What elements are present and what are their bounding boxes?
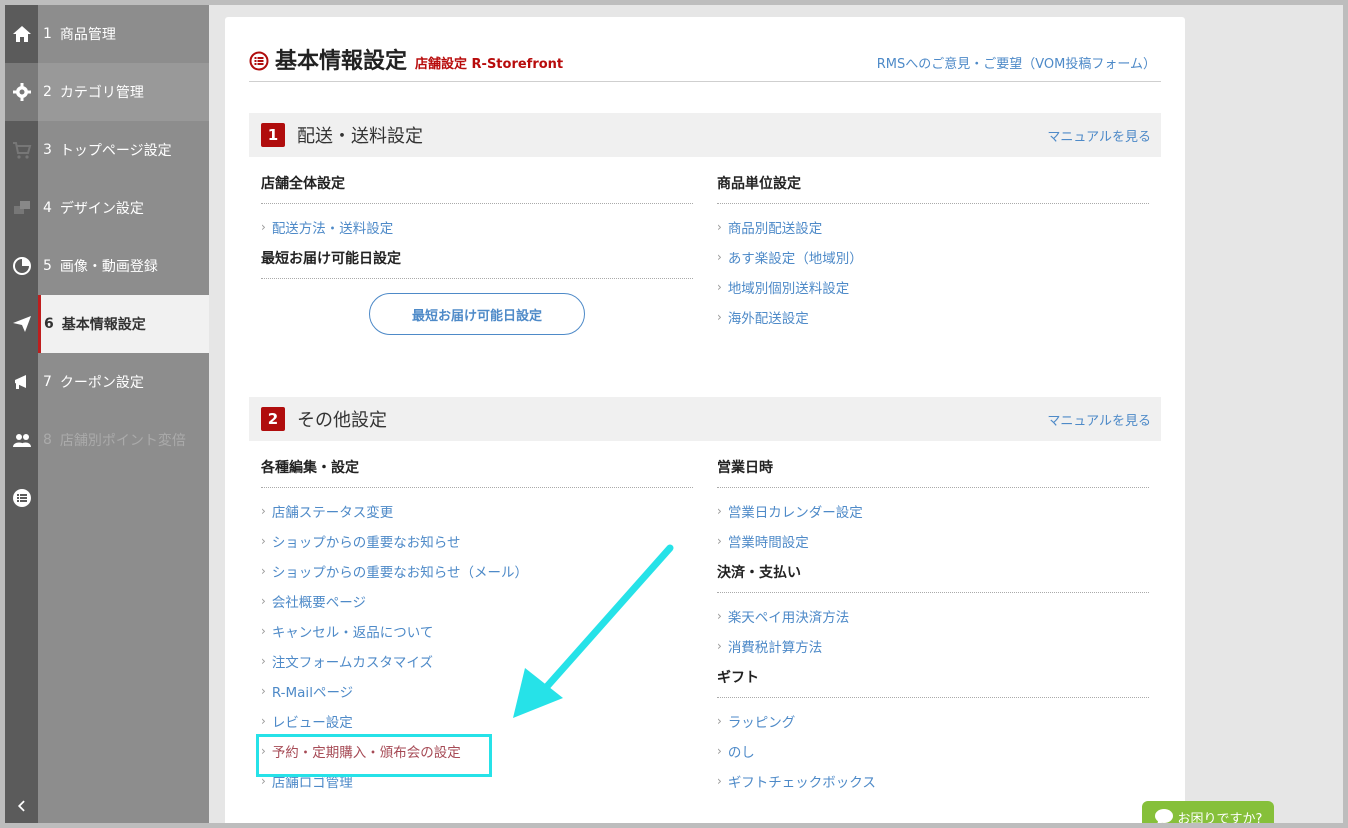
sidebar-item-design-settings[interactable]: 4 デザイン設定 bbox=[38, 179, 209, 237]
annotation-arrow bbox=[513, 544, 674, 718]
shipping-left-column: 店舗全体設定 › 配送方法・送料設定 最短お届け可能日設定 最短お届け可能日設定 bbox=[261, 161, 693, 335]
chevron-right-icon: › bbox=[261, 594, 266, 608]
link-gift-checkbox[interactable]: › ギフトチェックボックス bbox=[717, 766, 1149, 796]
megaphone-icon[interactable] bbox=[5, 353, 38, 411]
section-shipping-header: 1 配送・送料設定 マニュアルを見る bbox=[249, 113, 1161, 157]
title-divider bbox=[249, 81, 1161, 82]
section-title: 配送・送料設定 bbox=[297, 126, 423, 147]
link-noshi[interactable]: › のし bbox=[717, 736, 1149, 766]
link-store-status[interactable]: › 店舗ステータス変更 bbox=[261, 496, 693, 526]
icon-rail bbox=[5, 5, 38, 823]
shortest-delivery-button[interactable]: 最短お届け可能日設定 bbox=[369, 293, 585, 335]
users-icon[interactable] bbox=[5, 411, 38, 469]
chevron-right-icon: › bbox=[717, 504, 722, 518]
home-icon[interactable] bbox=[5, 5, 38, 63]
group-heading: 商品単位設定 bbox=[717, 161, 1149, 204]
chevron-right-icon: › bbox=[717, 639, 722, 653]
group-heading: 決済・支払い bbox=[717, 556, 1149, 593]
page-subtitle: 店舗設定 R-Storefront bbox=[415, 57, 564, 72]
manual-link[interactable]: マニュアルを見る bbox=[1047, 126, 1151, 145]
group-heading: 最短お届け可能日設定 bbox=[261, 242, 693, 279]
pie-chart-icon[interactable] bbox=[5, 237, 38, 295]
manual-link[interactable]: マニュアルを見る bbox=[1047, 410, 1151, 429]
link-rakuten-pay[interactable]: › 楽天ペイ用決済方法 bbox=[717, 601, 1149, 631]
main-card: 基本情報設定 店舗設定 R-Storefront RMSへのご意見・ご要望（VO… bbox=[225, 17, 1185, 823]
chevron-right-icon: › bbox=[717, 744, 722, 758]
help-button[interactable]: お困りですか? bbox=[1142, 801, 1274, 823]
sidebar-item-product-management[interactable]: 1 商品管理 bbox=[38, 5, 209, 63]
sidebar-item-category-management[interactable]: 2 カテゴリ管理 bbox=[38, 63, 209, 121]
link-tax-calculation[interactable]: › 消費税計算方法 bbox=[717, 631, 1149, 661]
link-asuraku[interactable]: › あす楽設定（地域別） bbox=[717, 242, 1149, 272]
page-title: 基本情報設定 店舗設定 R-Storefront bbox=[249, 43, 563, 75]
link-business-hours[interactable]: › 営業時間設定 bbox=[717, 526, 1149, 556]
chevron-right-icon: › bbox=[261, 564, 266, 578]
link-wrapping[interactable]: › ラッピング bbox=[717, 706, 1149, 736]
link-overseas-shipping[interactable]: › 海外配送設定 bbox=[717, 302, 1149, 332]
chevron-right-icon: › bbox=[261, 534, 266, 548]
sidebar-item-coupon-settings[interactable]: 7 クーポン設定 bbox=[38, 353, 209, 411]
chat-bubble-icon bbox=[1154, 809, 1173, 823]
chevron-right-icon: › bbox=[717, 609, 722, 623]
sidebar-item-top-page-settings[interactable]: 3 トップページ設定 bbox=[38, 121, 209, 179]
list-circle-icon bbox=[249, 51, 269, 71]
chevron-right-icon: › bbox=[717, 220, 722, 234]
section-title: その他設定 bbox=[297, 410, 387, 431]
sidebar-item-point-multiplier: 8 店舗別ポイント変倍 bbox=[43, 432, 186, 449]
link-business-calendar[interactable]: › 営業日カレンダー設定 bbox=[717, 496, 1149, 526]
paper-plane-icon[interactable] bbox=[5, 295, 38, 353]
chevron-right-icon: › bbox=[261, 624, 266, 638]
chevron-right-icon: › bbox=[261, 654, 266, 668]
section-number-badge: 2 bbox=[261, 407, 285, 431]
cart-icon[interactable] bbox=[5, 121, 38, 179]
chevron-right-icon: › bbox=[261, 684, 266, 698]
chevron-right-icon: › bbox=[717, 534, 722, 548]
chevron-right-icon: › bbox=[717, 714, 722, 728]
chevron-right-icon: › bbox=[261, 504, 266, 518]
group-heading: 営業日時 bbox=[717, 445, 1149, 488]
sidebar-item-basic-info-settings[interactable]: 6 基本情報設定 bbox=[38, 295, 209, 353]
chevron-left-icon[interactable] bbox=[5, 789, 38, 823]
link-regional-shipping[interactable]: › 地域別個別送料設定 bbox=[717, 272, 1149, 302]
chevron-right-icon: › bbox=[261, 220, 266, 234]
chevron-right-icon: › bbox=[717, 250, 722, 264]
group-heading: ギフト bbox=[717, 661, 1149, 698]
chevron-right-icon: › bbox=[717, 310, 722, 324]
design-icon[interactable] bbox=[5, 179, 38, 237]
link-shipping-method[interactable]: › 配送方法・送料設定 bbox=[261, 212, 693, 242]
sidebar-menu: 1 商品管理 2 カテゴリ管理 3 トップページ設定 4 デザイン設定 5 画像・動画登録… bbox=[38, 5, 209, 823]
app-frame: 1 商品管理 2 カテゴリ管理 3 トップページ設定 4 デザイン設定 5 画像・動画登録… bbox=[0, 0, 1348, 828]
chevron-right-icon: › bbox=[717, 280, 722, 294]
page-title-text: 基本情報設定 bbox=[275, 49, 408, 74]
link-item-shipping[interactable]: › 商品別配送設定 bbox=[717, 212, 1149, 242]
list-icon[interactable] bbox=[5, 469, 38, 527]
sidebar-item-image-video[interactable]: 5 画像・動画登録 bbox=[38, 237, 209, 295]
chevron-right-icon: › bbox=[261, 714, 266, 728]
group-heading: 各種編集・設定 bbox=[261, 445, 693, 488]
chevron-right-icon: › bbox=[717, 774, 722, 788]
annotation-highlight-box bbox=[256, 734, 492, 777]
gear-icon[interactable] bbox=[5, 63, 38, 121]
group-heading: 店舗全体設定 bbox=[261, 161, 693, 204]
other-right-column: 営業日時 › 営業日カレンダー設定 › 営業時間設定 決済・支払い › 楽天ペイ用決済… bbox=[717, 445, 1149, 796]
feedback-link[interactable]: RMSへのご意見・ご要望（VOM投稿フォーム） bbox=[877, 53, 1156, 72]
shipping-right-column: 商品単位設定 › 商品別配送設定 › あす楽設定（地域別） › 地域別個別送料設定 ›… bbox=[717, 161, 1149, 332]
section-number-badge: 1 bbox=[261, 123, 285, 147]
section-other-header: 2 その他設定 マニュアルを見る bbox=[249, 397, 1161, 441]
